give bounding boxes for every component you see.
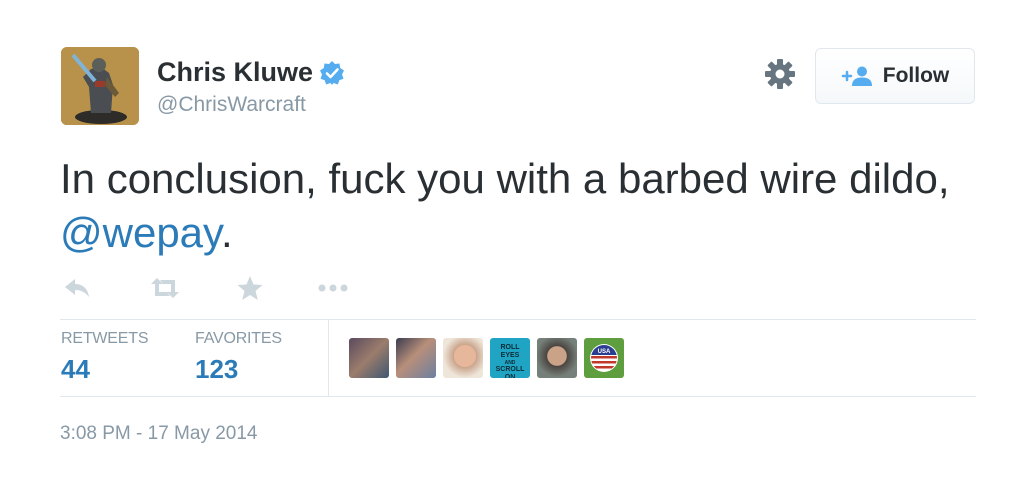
follow-button[interactable]: Follow: [815, 48, 975, 104]
retweet-icon[interactable]: [148, 275, 182, 301]
badge-line: EYES: [500, 352, 520, 359]
favorites-count: 123: [195, 354, 239, 384]
verified-badge-icon: [320, 60, 345, 85]
favoriter-avatar[interactable]: [443, 338, 483, 378]
favoriter-avatars: ROLL EYES AND SCROLL ON USA: [349, 338, 631, 378]
favorites-stat[interactable]: FAVORITES 123: [195, 330, 282, 385]
favoriter-avatar[interactable]: USA: [584, 338, 624, 378]
tweet-text-end: .: [220, 209, 233, 256]
divider-bottom: [60, 396, 976, 397]
badge-line: ROLL: [500, 344, 520, 351]
name-row: Chris Kluwe: [157, 57, 345, 88]
favoriter-avatar[interactable]: ROLL EYES AND SCROLL ON: [490, 338, 530, 378]
mention-link[interactable]: @wepay: [60, 209, 221, 256]
retweets-label: RETWEETS: [61, 330, 149, 347]
stats-divider: [328, 320, 329, 396]
add-user-icon: [841, 66, 872, 86]
divider-top: [60, 319, 976, 320]
favoriter-avatar[interactable]: [349, 338, 389, 378]
favoriter-avatar[interactable]: [396, 338, 436, 378]
favorites-label: FAVORITES: [195, 330, 282, 347]
more-icon[interactable]: [316, 275, 350, 301]
badge-line: ON: [504, 374, 516, 378]
retweets-count: 44: [61, 354, 90, 384]
badge-line: SCROLL: [495, 366, 525, 373]
user-handle[interactable]: @ChrisWarcraft: [157, 93, 306, 117]
gear-icon[interactable]: [764, 58, 796, 90]
follow-label: Follow: [882, 64, 950, 87]
warcraft-figurine-avatar: [61, 47, 139, 125]
star-icon[interactable]: [236, 275, 264, 301]
favoriter-avatar[interactable]: [537, 338, 577, 378]
flag-label: USA: [598, 349, 611, 355]
usa-flag-icon: USA: [590, 344, 618, 372]
reply-icon[interactable]: [62, 275, 92, 301]
retweets-stat[interactable]: RETWEETS 44: [61, 330, 148, 385]
display-name[interactable]: Chris Kluwe: [157, 57, 313, 88]
tweet-timestamp[interactable]: 3:08 PM - 17 May 2014: [60, 423, 258, 445]
tweet-text: In conclusion, fuck you with a barbed wi…: [60, 152, 960, 260]
tweet-text-body: In conclusion, fuck you with a barbed wi…: [60, 155, 950, 202]
avatar[interactable]: [61, 47, 139, 125]
